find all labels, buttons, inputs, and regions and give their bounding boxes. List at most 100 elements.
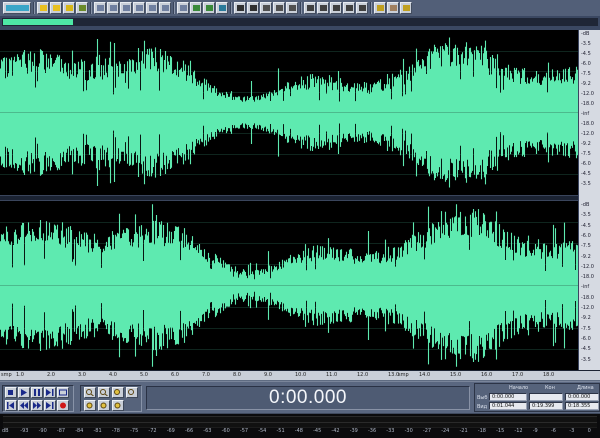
wave-view-icon	[6, 5, 29, 11]
redo-button[interactable]	[107, 2, 119, 14]
stop-button[interactable]	[5, 387, 17, 398]
db-tick-label: -4.5	[581, 222, 591, 229]
color-button[interactable]	[216, 2, 228, 14]
selection-length-field[interactable]: 0:00.000	[565, 393, 599, 401]
noise-button[interactable]	[343, 2, 355, 14]
save-button[interactable]	[63, 2, 75, 14]
track-button[interactable]	[286, 2, 298, 14]
go-to-end-button[interactable]	[44, 400, 56, 411]
zoom-in-vertical-button[interactable]	[112, 400, 124, 411]
waveform-view-button[interactable]	[304, 2, 316, 14]
level-meters: dB -93 -90 -87 -84 -81 -78 -75 -72 -69 -66 -63 -60 -5…	[0, 413, 600, 438]
reload-button[interactable]	[76, 2, 88, 14]
db-tick-label: -9.2	[581, 253, 591, 260]
pause-icon	[34, 389, 40, 396]
list-button[interactable]	[273, 2, 285, 14]
channel-left[interactable]	[0, 30, 578, 195]
db-tick-label: -12.0	[581, 305, 594, 311]
wave-view-button[interactable]	[3, 2, 31, 14]
play-button[interactable]	[18, 387, 30, 398]
db-tick-label: -3.5	[581, 41, 591, 47]
view-length-field[interactable]: 0:18.355	[565, 402, 599, 410]
zoom-full-button[interactable]	[112, 387, 124, 398]
play-to-end-button[interactable]	[44, 387, 56, 398]
single-tone-button[interactable]	[330, 2, 342, 14]
go-to-start-button[interactable]	[5, 400, 17, 411]
color-icon	[219, 5, 226, 11]
overview-viewport-thumb[interactable]	[3, 19, 73, 25]
trim-button[interactable]	[177, 2, 189, 14]
open-file-button[interactable]	[50, 2, 62, 14]
view-end-field[interactable]: 0:19.399	[529, 402, 563, 410]
level-tick-label: -18	[477, 428, 486, 434]
undo-button[interactable]	[94, 2, 106, 14]
pause-button[interactable]	[31, 387, 43, 398]
rewind-button[interactable]	[18, 400, 30, 411]
level-tick-label: -75	[130, 428, 139, 434]
toolbar-separator	[370, 2, 372, 14]
record-button[interactable]	[57, 400, 69, 411]
ruler-corner	[578, 370, 600, 380]
analyze-button[interactable]	[374, 2, 386, 14]
level-tick-label: -57	[239, 428, 249, 434]
ruler-tick-label: 18.0	[543, 372, 555, 378]
db-tick-label: -6.0	[581, 161, 591, 167]
level-tick-label: -12	[514, 428, 523, 434]
channel-right[interactable]	[0, 201, 578, 370]
mix-paste-button[interactable]	[159, 2, 171, 14]
spectral-view-button[interactable]	[317, 2, 329, 14]
level-tick-label: -78	[111, 428, 120, 434]
track-icon	[289, 5, 296, 11]
cursor-button[interactable]	[234, 2, 246, 14]
fast-forward-button[interactable]	[31, 400, 43, 411]
fx-button[interactable]	[387, 2, 399, 14]
zoom-out-horizontal-button[interactable]	[98, 387, 110, 398]
zoom-panel	[80, 385, 142, 412]
db-tick-label: -6.0	[581, 61, 591, 67]
ruler-tick-label: 13.0	[388, 372, 400, 378]
level-tick-label: -45	[313, 428, 322, 434]
selection-end-field[interactable]	[529, 393, 563, 401]
db-tick-label: -12.0	[581, 263, 594, 270]
db-tick-label: -3.5	[581, 212, 591, 219]
record-settings-button[interactable]	[203, 2, 215, 14]
grid-button[interactable]	[260, 2, 272, 14]
new-file-button[interactable]	[37, 2, 49, 14]
time-ruler[interactable]: smp smp 1.0 2.0 3.0 4.0 5.0 6.0 7.0 8.0 9.0 10.0 1…	[0, 370, 578, 380]
record-settings-icon	[206, 5, 213, 11]
fast-forward-icon	[33, 402, 41, 409]
overview-bar[interactable]	[0, 16, 600, 31]
db-tick-label: -7.5	[581, 243, 591, 250]
level-tick-label: -84	[75, 428, 84, 434]
current-time: 0:00.000	[269, 387, 347, 408]
zoom-to-selection-button[interactable]	[190, 2, 202, 14]
cut-button[interactable]	[120, 2, 132, 14]
paste-button[interactable]	[146, 2, 158, 14]
waveform-display[interactable]	[0, 30, 578, 370]
silence-button[interactable]	[356, 2, 368, 14]
zoom-in-horizontal-button[interactable]	[84, 387, 96, 398]
db-tick-label: -6.0	[581, 232, 591, 239]
db-scale: -dB -3.5 -4.5 -6.0 -7.5 -9.2 -12.0 -18.0 -inf -18…	[578, 30, 600, 370]
zoom-right-edge-button[interactable]	[98, 400, 110, 411]
transport-panel	[2, 385, 74, 412]
overview-track[interactable]	[2, 18, 598, 26]
db-tick-label: -3.5	[581, 181, 591, 187]
spectral-view-icon	[320, 5, 327, 11]
hand-button[interactable]	[247, 2, 259, 14]
waveform-view-icon	[307, 5, 314, 11]
selection-begin-field[interactable]: 0:00.000	[489, 393, 527, 401]
ruler-tick-label: 6.0	[171, 372, 179, 378]
level-tick-label: -93	[20, 428, 29, 434]
view-begin-field[interactable]: 0:01.044	[489, 402, 527, 410]
ruler-tick-label: 9.0	[264, 372, 272, 378]
help-button[interactable]	[400, 2, 412, 14]
loop-button[interactable]	[57, 387, 69, 398]
db-tick-label: -3.5	[581, 356, 591, 363]
level-tick-label: -69	[166, 428, 175, 434]
db-tick-label: -12.0	[581, 91, 594, 97]
copy-button[interactable]	[133, 2, 145, 14]
zoom-left-edge-button[interactable]	[84, 400, 96, 411]
level-tick-label: -30	[404, 428, 413, 434]
zoom-selection-button[interactable]	[126, 387, 138, 398]
